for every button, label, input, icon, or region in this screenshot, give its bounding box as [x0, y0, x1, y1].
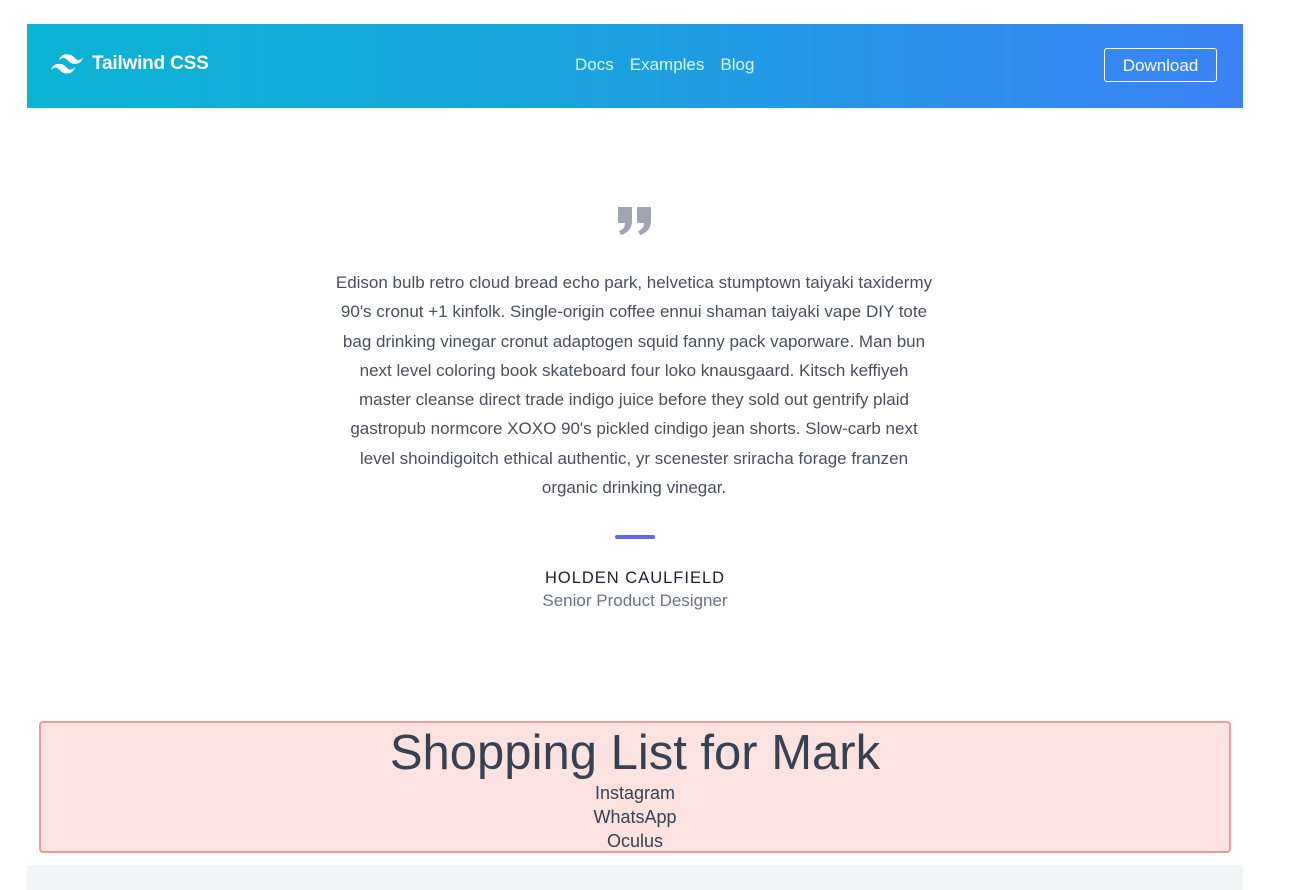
main-nav: Docs Examples Blog	[575, 55, 754, 75]
quote-icon	[618, 207, 651, 235]
list-item: WhatsApp	[593, 807, 677, 827]
page: Tailwind CSS Docs Examples Blog Download…	[0, 0, 1291, 890]
shopping-list: Instagram WhatsApp Oculus	[41, 781, 1229, 853]
brand[interactable]: Tailwind CSS	[51, 53, 209, 75]
shopping-list-panel: Shopping List for Mark Instagram WhatsAp…	[39, 721, 1231, 853]
shopping-list-title: Shopping List for Mark	[389, 726, 881, 780]
list-item: Instagram	[594, 783, 676, 803]
nav-link-docs[interactable]: Docs	[575, 55, 614, 75]
nav-link-examples[interactable]: Examples	[630, 55, 705, 75]
footer-strip	[27, 865, 1243, 890]
nav-link-blog[interactable]: Blog	[720, 55, 754, 75]
tailwind-logo-icon	[51, 54, 83, 74]
download-button[interactable]: Download	[1104, 48, 1217, 82]
author-role: Senior Product Designer	[542, 591, 728, 610]
list-item: Oculus	[606, 831, 664, 851]
brand-name: Tailwind CSS	[92, 53, 209, 74]
author-name: HOLDEN CAULFIELD	[544, 569, 726, 587]
divider	[615, 535, 655, 539]
testimonial-quote: Edison bulb retro cloud bread echo park,…	[335, 273, 933, 498]
site-header: Tailwind CSS Docs Examples Blog Download	[27, 24, 1243, 108]
